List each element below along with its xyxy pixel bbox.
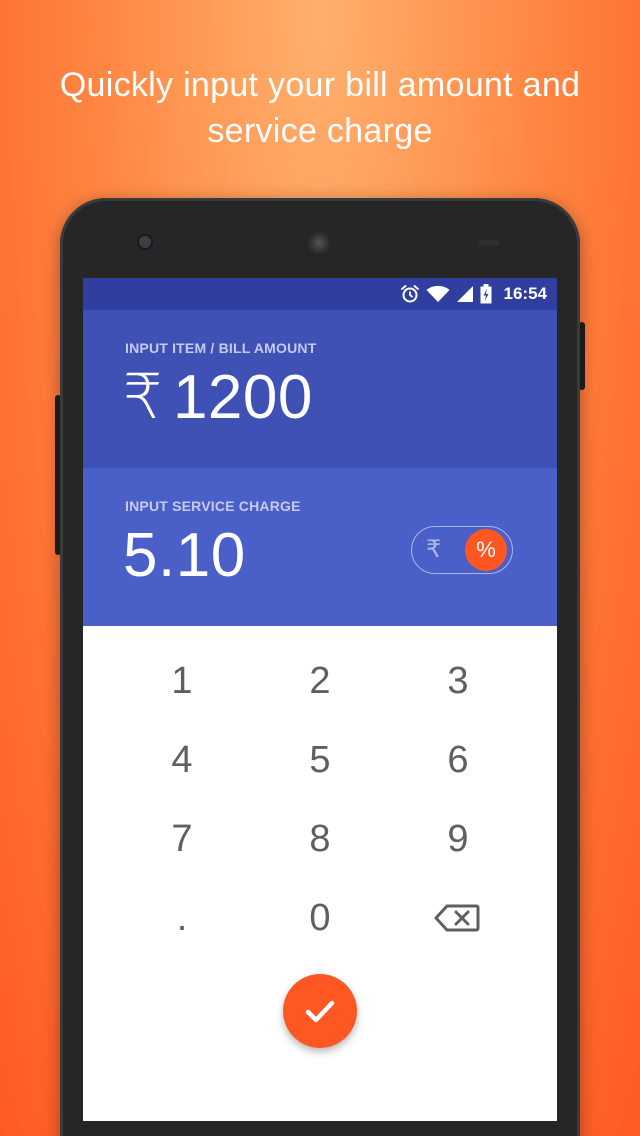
rupee-symbol: ₹ — [123, 363, 163, 432]
toggle-percent-option[interactable]: % — [465, 529, 507, 571]
alarm-icon — [400, 285, 419, 303]
status-bar: 16:54 — [83, 278, 557, 310]
key-6[interactable]: 6 — [408, 725, 508, 795]
service-charge-panel[interactable]: INPUT SERVICE CHARGE 5.10 ₹ % — [83, 468, 557, 626]
key-decimal[interactable]: . — [132, 883, 232, 953]
status-time: 16:54 — [503, 284, 547, 303]
key-4[interactable]: 4 — [132, 725, 232, 795]
app-screen: 16:54 INPUT ITEM / BILL AMOUNT ₹1200 INP… — [83, 278, 557, 1121]
earpiece-speaker — [306, 230, 332, 256]
key-0[interactable]: 0 — [270, 883, 370, 953]
bill-amount-panel[interactable]: INPUT ITEM / BILL AMOUNT ₹1200 — [83, 310, 557, 468]
bill-amount-display[interactable]: ₹1200 — [123, 362, 313, 434]
key-3[interactable]: 3 — [408, 646, 508, 716]
key-5[interactable]: 5 — [270, 725, 370, 795]
signal-icon — [456, 286, 473, 302]
key-8[interactable]: 8 — [270, 804, 370, 874]
promo-headline: Quickly input your bill amount and servi… — [0, 62, 640, 154]
confirm-button[interactable] — [283, 974, 357, 1048]
front-camera — [139, 236, 151, 248]
toggle-rupee-option[interactable]: ₹ — [426, 535, 441, 565]
promo-headline-line-2: service charge — [207, 112, 433, 150]
charge-unit-toggle[interactable]: ₹ % — [411, 526, 513, 574]
promo-headline-line-1: Quickly input your bill amount and — [59, 66, 581, 104]
wifi-icon — [426, 285, 450, 302]
key-9[interactable]: 9 — [408, 804, 508, 874]
bill-amount-label: INPUT ITEM / BILL AMOUNT — [125, 340, 317, 356]
backspace-icon[interactable] — [434, 903, 480, 933]
key-1[interactable]: 1 — [132, 646, 232, 716]
key-7[interactable]: 7 — [132, 804, 232, 874]
status-icons: 16:54 — [400, 278, 547, 310]
service-charge-value[interactable]: 5.10 — [123, 520, 246, 592]
key-2[interactable]: 2 — [270, 646, 370, 716]
proximity-sensor — [478, 240, 500, 246]
battery-charging-icon — [480, 284, 492, 304]
check-icon — [305, 1000, 335, 1023]
bill-amount-value: 1200 — [172, 363, 313, 432]
service-charge-label: INPUT SERVICE CHARGE — [125, 498, 301, 514]
